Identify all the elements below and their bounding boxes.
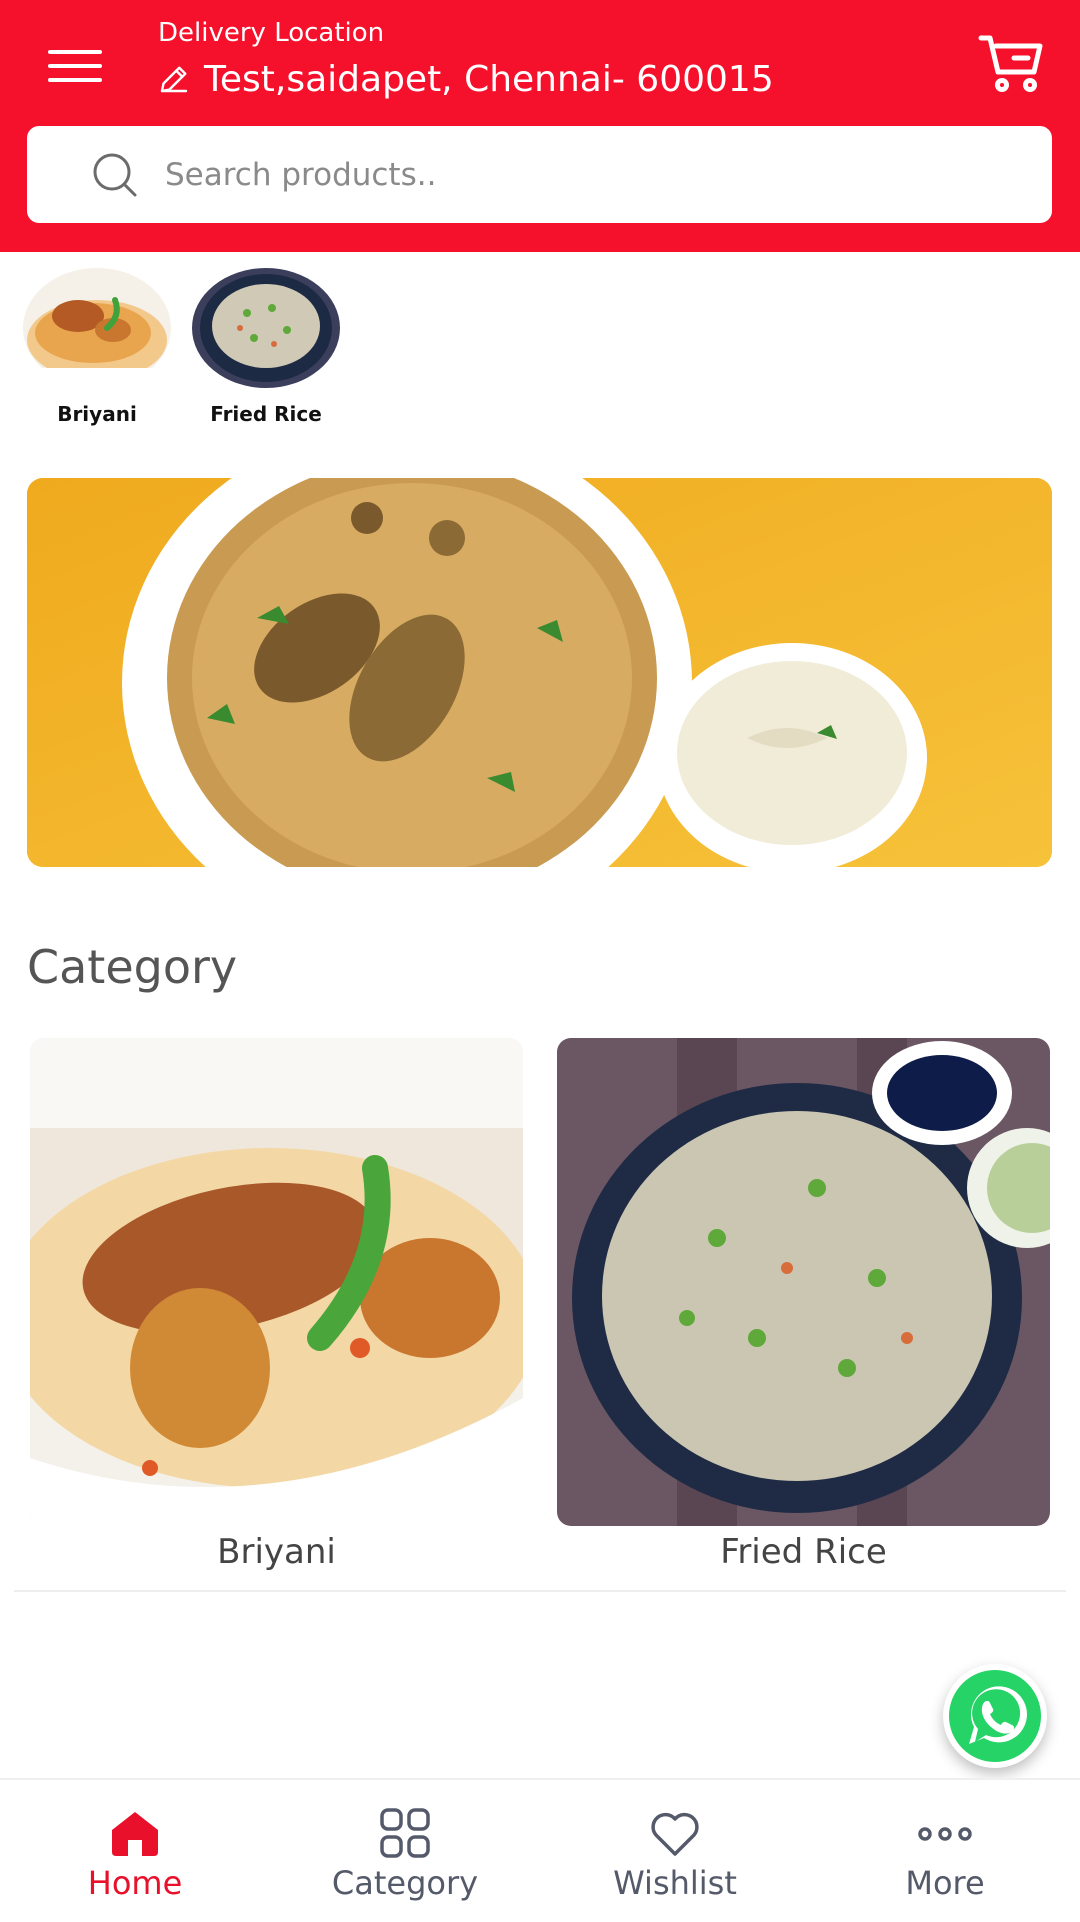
cart-button[interactable] — [978, 32, 1044, 94]
grid-icon — [380, 1808, 430, 1858]
app-header: Delivery Location Test,saidapet, Chennai… — [0, 0, 1080, 252]
divider — [14, 1590, 1066, 1592]
heart-icon — [651, 1812, 699, 1856]
nav-label: Home — [87, 1864, 183, 1902]
menu-icon-bar — [48, 64, 102, 68]
nav-home[interactable]: Home — [0, 1780, 270, 1922]
menu-icon-bar — [48, 78, 102, 82]
briyani-image — [30, 1038, 523, 1526]
menu-icon-bar — [48, 50, 102, 54]
nav-category[interactable]: Category — [270, 1780, 540, 1922]
delivery-location-value: Test,saidapet, Chennai- 600015 — [204, 58, 774, 100]
fried-rice-image — [557, 1038, 1050, 1526]
category-card-label: Briyani — [217, 1532, 336, 1572]
quick-category-label: Fried Rice — [210, 402, 322, 426]
bottom-navigation: Home Category Wishlist More — [0, 1778, 1080, 1922]
category-card-label: Fried Rice — [720, 1532, 887, 1572]
fried-rice-thumbnail — [192, 268, 340, 388]
search-bar[interactable] — [27, 126, 1052, 223]
banner-image — [27, 478, 1052, 867]
promo-banner[interactable] — [27, 478, 1052, 867]
briyani-thumbnail — [23, 268, 171, 388]
category-card-briyani[interactable]: Briyani — [30, 1038, 523, 1572]
shopping-cart-icon — [978, 35, 1043, 92]
home-icon — [112, 1812, 158, 1856]
whatsapp-icon — [949, 1670, 1041, 1762]
delivery-location-selector[interactable]: Test,saidapet, Chennai- 600015 — [156, 56, 774, 102]
category-card-fried-rice[interactable]: Fried Rice — [557, 1038, 1050, 1572]
edit-pencil-icon — [160, 66, 188, 93]
nav-label: More — [905, 1864, 985, 1902]
delivery-location-label: Delivery Location — [158, 18, 385, 48]
nav-more[interactable]: More — [810, 1780, 1080, 1922]
menu-button[interactable] — [48, 44, 106, 88]
more-dots-icon — [918, 1827, 972, 1841]
quick-category-label: Briyani — [57, 402, 137, 426]
whatsapp-button[interactable] — [943, 1664, 1047, 1768]
nav-label: Category — [331, 1864, 479, 1902]
search-input[interactable] — [163, 155, 987, 194]
section-title-category: Category — [27, 940, 238, 994]
nav-label: Wishlist — [613, 1864, 737, 1902]
quick-category-fried-rice[interactable]: Fried Rice — [191, 268, 341, 426]
search-icon — [93, 153, 137, 196]
nav-wishlist[interactable]: Wishlist — [540, 1780, 810, 1922]
quick-category-briyani[interactable]: Briyani — [22, 268, 172, 426]
